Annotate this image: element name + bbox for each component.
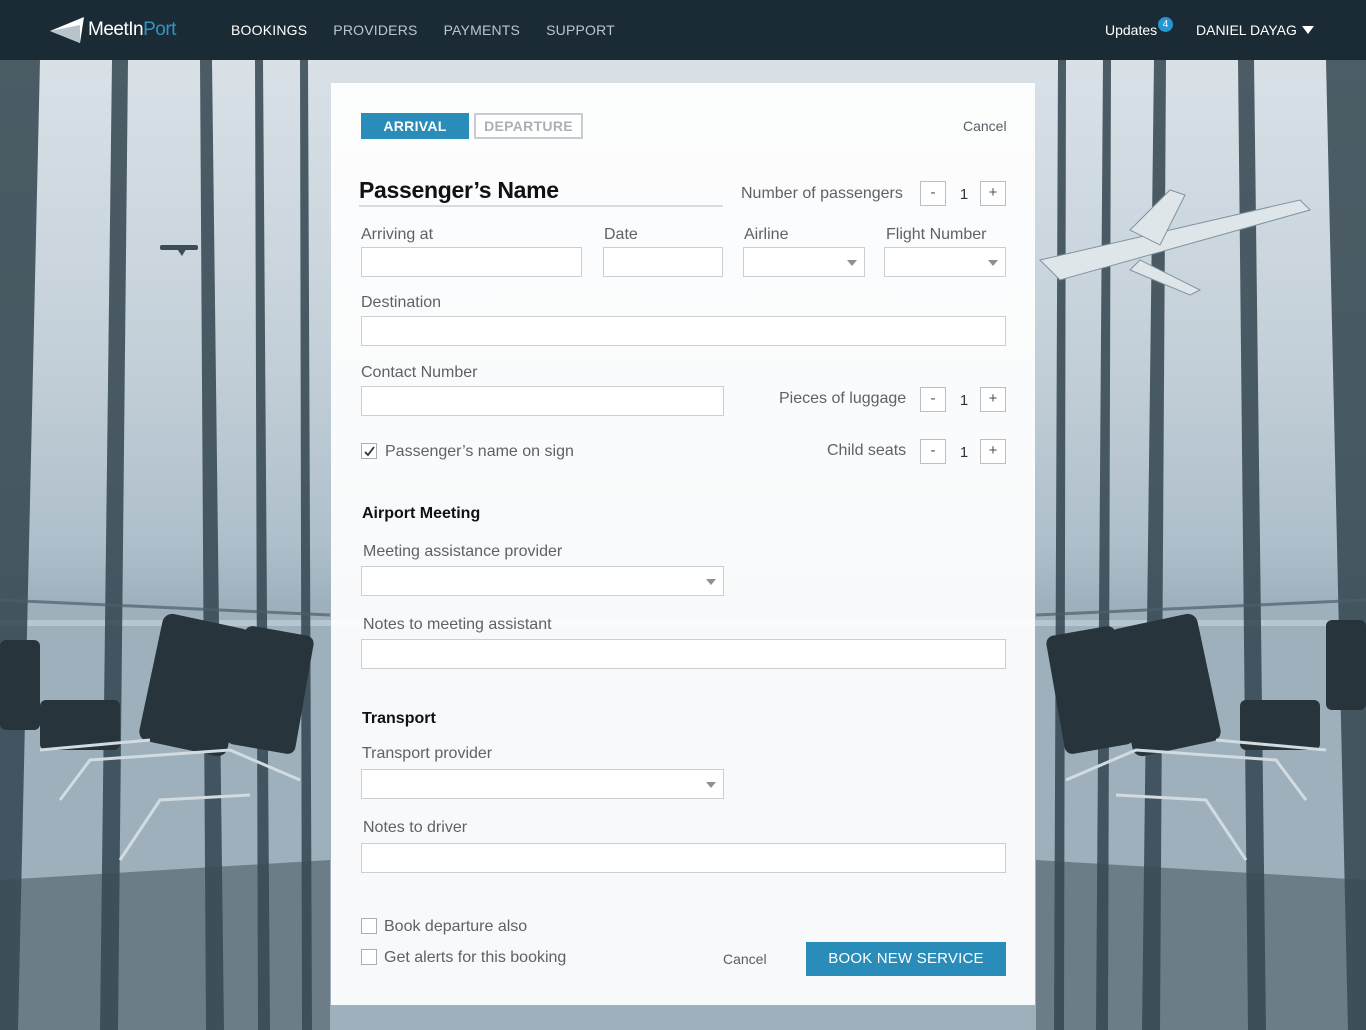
passengers-label: Number of passengers	[741, 185, 903, 202]
updates-count-badge: 4	[1158, 17, 1173, 32]
passengers-value: 1	[959, 186, 969, 203]
updates-link[interactable]: Updates	[1105, 22, 1157, 38]
get-alerts-checkbox[interactable]	[361, 949, 377, 965]
user-name: DANIEL DAYAG	[1196, 22, 1297, 38]
destination-label: Destination	[361, 294, 442, 311]
book-departure-label: Book departure also	[384, 918, 528, 935]
cancel-link-bottom[interactable]: Cancel	[723, 951, 767, 967]
tab-arrival[interactable]: ARRIVAL	[361, 113, 469, 139]
child-seats-value: 1	[959, 444, 969, 461]
main-nav: BOOKINGS PROVIDERS PAYMENTS SUPPORT	[231, 22, 641, 38]
arriving-at-field[interactable]	[361, 247, 582, 277]
date-field[interactable]	[603, 247, 723, 277]
arriving-at-label: Arriving at	[361, 226, 434, 243]
contact-number-label: Contact Number	[361, 364, 478, 381]
meeting-notes-label: Notes to meeting assistant	[363, 616, 552, 633]
nav-providers[interactable]: PROVIDERS	[333, 22, 417, 38]
checkmark-icon	[364, 446, 375, 457]
chevron-down-icon	[1301, 26, 1314, 34]
luggage-decrement-button[interactable]: -	[920, 387, 946, 412]
child-seats-decrement-button[interactable]: -	[920, 439, 946, 464]
meeting-notes-field[interactable]	[361, 639, 1006, 669]
dropdown-arrow-icon	[706, 579, 716, 585]
meeting-provider-label: Meeting assistance provider	[363, 543, 563, 560]
luggage-label: Pieces of luggage	[779, 390, 907, 407]
passenger-name-input[interactable]	[359, 175, 723, 207]
booking-form-panel: ARRIVAL DEPARTURE Cancel .name-input::pl…	[331, 83, 1035, 1005]
nav-payments[interactable]: PAYMENTS	[444, 22, 521, 38]
nav-bookings[interactable]: BOOKINGS	[231, 22, 307, 38]
cancel-link-top[interactable]: Cancel	[963, 118, 1007, 134]
child-seats-label: Child seats	[827, 442, 907, 459]
child-seats-increment-button[interactable]: +	[980, 439, 1006, 464]
dropdown-arrow-icon	[847, 260, 857, 266]
driver-notes-label: Notes to driver	[363, 819, 468, 836]
passengers-decrement-button[interactable]: -	[920, 181, 946, 206]
dropdown-arrow-icon	[706, 782, 716, 788]
user-menu[interactable]: DANIEL DAYAG	[1196, 22, 1314, 38]
meeting-provider-select[interactable]	[361, 566, 724, 596]
name-on-sign-checkbox[interactable]	[361, 443, 377, 459]
destination-field[interactable]	[361, 316, 1006, 346]
book-new-service-button[interactable]: BOOK NEW SERVICE	[806, 942, 1006, 976]
dropdown-arrow-icon	[988, 260, 998, 266]
airport-meeting-heading: Airport Meeting	[362, 505, 481, 522]
transport-provider-select[interactable]	[361, 769, 724, 799]
driver-notes-field[interactable]	[361, 843, 1006, 873]
name-on-sign-label: Passenger’s name on sign	[385, 443, 574, 460]
brand-name: MeetInPort	[88, 19, 176, 40]
flight-number-label: Flight Number	[886, 226, 987, 243]
contact-number-field[interactable]	[361, 386, 724, 416]
nav-support[interactable]: SUPPORT	[546, 22, 615, 38]
get-alerts-label: Get alerts for this booking	[384, 949, 567, 966]
flight-number-select[interactable]	[884, 247, 1006, 277]
transport-provider-label: Transport provider	[362, 745, 493, 762]
airline-select[interactable]	[743, 247, 865, 277]
date-label: Date	[604, 226, 638, 243]
book-departure-checkbox[interactable]	[361, 918, 377, 934]
brand-logo[interactable]: MeetInPort	[50, 16, 176, 44]
passengers-increment-button[interactable]: +	[980, 181, 1006, 206]
airline-label: Airline	[744, 226, 789, 243]
tab-departure[interactable]: DEPARTURE	[474, 113, 583, 139]
top-navigation-bar: MeetInPort BOOKINGS PROVIDERS PAYMENTS S…	[0, 0, 1366, 60]
transport-heading: Transport	[362, 710, 436, 727]
paper-plane-logo-icon	[50, 17, 84, 43]
luggage-value: 1	[959, 392, 969, 409]
luggage-increment-button[interactable]: +	[980, 387, 1006, 412]
